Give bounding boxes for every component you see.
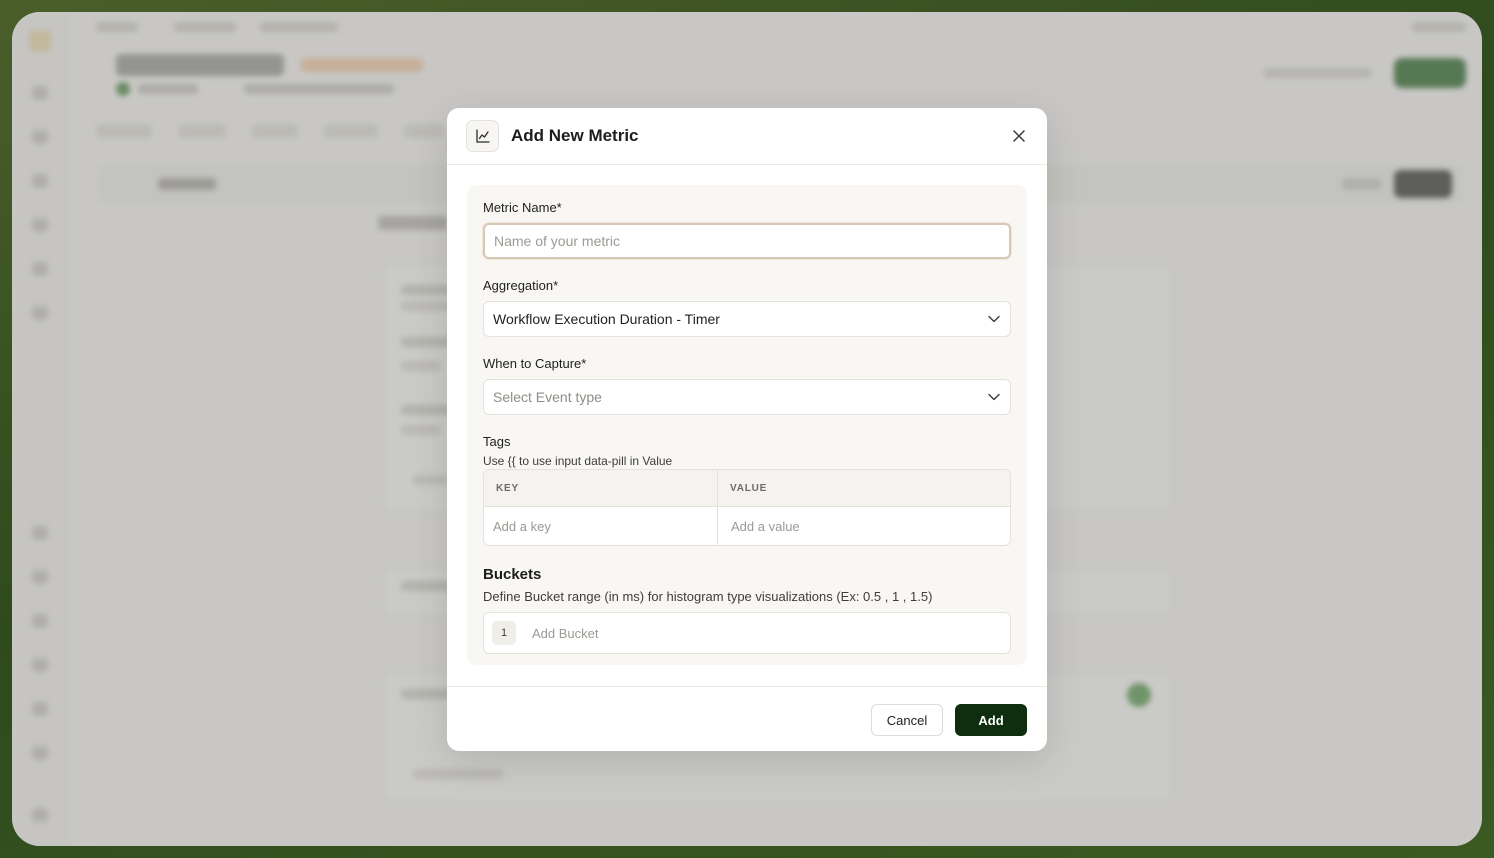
dialog-header: Add New Metric <box>447 108 1047 165</box>
tags-table: KEY VALUE <box>483 469 1011 546</box>
column-header-value: VALUE <box>730 483 768 494</box>
chevron-down-icon <box>987 312 1001 326</box>
cancel-button[interactable]: Cancel <box>871 704 943 736</box>
buckets-description: Define Bucket range (in ms) for histogra… <box>483 589 933 604</box>
close-icon[interactable] <box>1009 126 1029 146</box>
aggregation-label: Aggregation* <box>483 278 559 293</box>
dialog-title: Add New Metric <box>511 126 639 145</box>
tag-key-input[interactable] <box>484 507 717 545</box>
metric-name-input[interactable] <box>483 223 1011 259</box>
column-header-key: KEY <box>496 483 519 494</box>
aggregation-select[interactable]: Workflow Execution Duration - Timer <box>483 301 1011 337</box>
event-type-select[interactable]: Select Event type <box>483 379 1011 415</box>
add-bucket-input[interactable] <box>524 613 1004 653</box>
dialog-body: Metric Name* Aggregation* Workflow Execu… <box>467 185 1027 665</box>
tags-table-header: KEY VALUE <box>484 470 1010 507</box>
chevron-down-icon <box>987 390 1001 404</box>
tags-label: Tags <box>483 434 511 449</box>
bucket-index: 1 <box>492 621 516 645</box>
line-chart-icon <box>466 120 499 152</box>
dialog-footer: Cancel Add <box>447 686 1047 751</box>
bucket-row: 1 <box>483 612 1011 654</box>
add-button[interactable]: Add <box>955 704 1027 736</box>
metric-name-label: Metric Name* <box>483 200 562 215</box>
aggregation-selected-value: Workflow Execution Duration - Timer <box>493 311 720 327</box>
buckets-heading: Buckets <box>483 566 542 583</box>
add-metric-dialog: Add New Metric Metric Name* Aggregation*… <box>447 108 1047 751</box>
tags-hint: Use {{ to use input data-pill in Value <box>483 454 673 468</box>
event-type-placeholder: Select Event type <box>493 389 602 405</box>
tag-value-input[interactable] <box>718 507 1010 545</box>
when-to-capture-label: When to Capture* <box>483 356 587 371</box>
